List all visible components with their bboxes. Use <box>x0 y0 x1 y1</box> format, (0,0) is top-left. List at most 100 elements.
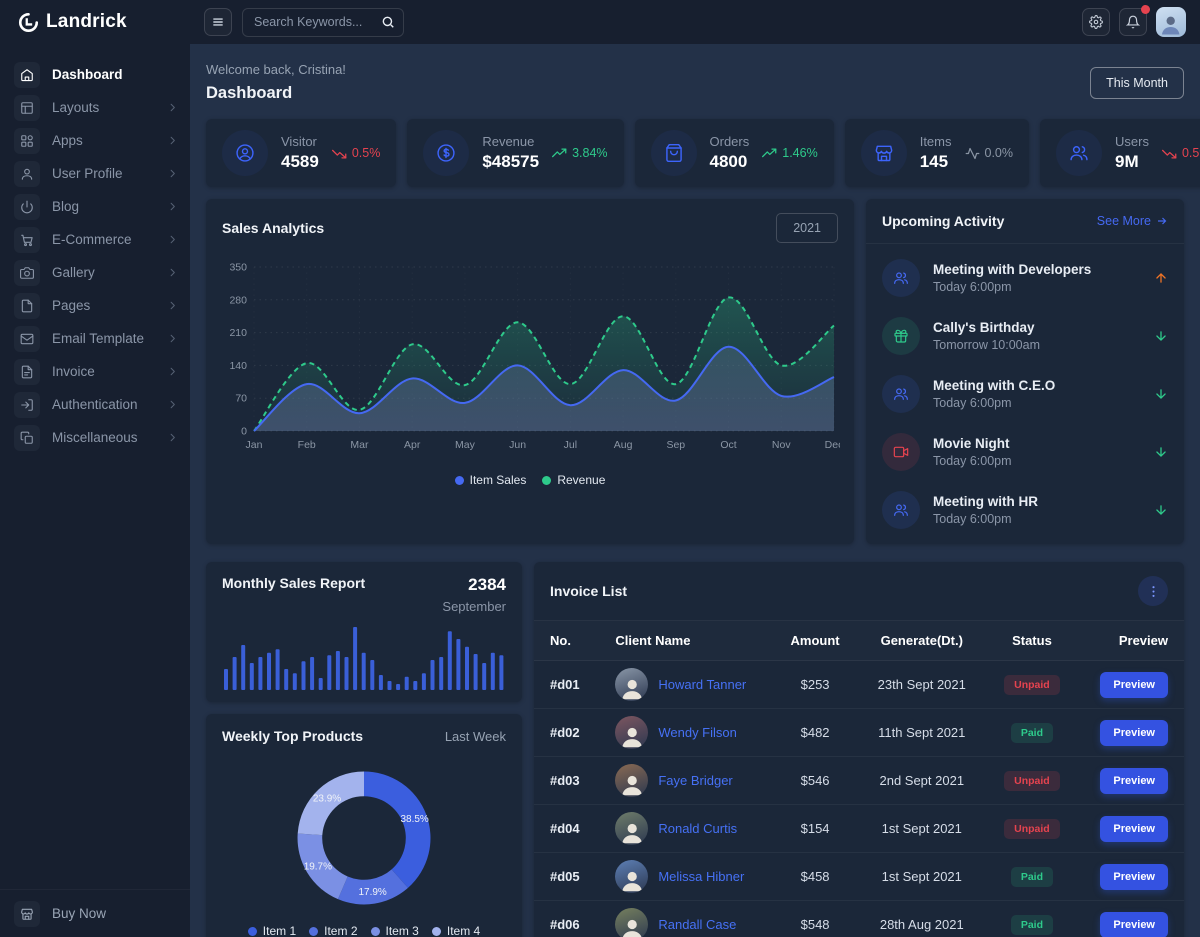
client-name-link[interactable]: Wendy Filson <box>658 725 737 740</box>
activity-item[interactable]: Meeting with DevelopersToday 6:00pm <box>866 249 1184 307</box>
notifications-button[interactable] <box>1119 8 1147 36</box>
invoice-column-header: Amount <box>772 621 858 661</box>
invoice-column-header: Client Name <box>599 621 772 661</box>
sidebar-item-pages[interactable]: Pages <box>0 289 190 322</box>
invoice-column-header: Generate(Dt.) <box>858 621 985 661</box>
client-cell: Ronald Curtis <box>615 812 756 845</box>
avatar <box>615 764 648 797</box>
svg-text:Aug: Aug <box>614 439 633 451</box>
monthly-sales-value: 2384 <box>442 575 506 595</box>
sidebar-nav: Dashboard LayoutsAppsUser ProfileBlog E-Co… <box>0 58 190 454</box>
stat-info: Orders4800 <box>710 134 750 172</box>
sidebar-item-e-commerce[interactable]: E-Commerce <box>0 223 190 256</box>
sidebar-item-apps[interactable]: Apps <box>0 124 190 157</box>
stat-info: Users9M <box>1115 134 1149 172</box>
sidebar-item-label: E-Commerce <box>52 232 132 247</box>
activity-item[interactable]: Meeting with HRToday 6:00pm <box>866 481 1184 539</box>
stat-label: Revenue <box>482 134 539 149</box>
power-icon <box>14 194 40 220</box>
year-select[interactable]: 2021 <box>776 213 838 243</box>
sidebar-item-gallery[interactable]: Gallery <box>0 256 190 289</box>
stat-value: $48575 <box>482 152 539 172</box>
sidebar-item-invoice[interactable]: Invoice <box>0 355 190 388</box>
chevron-right-icon <box>167 201 178 212</box>
donut-legend-item: Item 1 <box>248 924 296 937</box>
search-icon[interactable] <box>381 15 395 29</box>
user-avatar-button[interactable] <box>1156 7 1186 37</box>
file-text-icon <box>14 359 40 385</box>
sidebar-item-user-profile[interactable]: User Profile <box>0 157 190 190</box>
stat-card-visitor: Visitor45890.5% <box>206 119 396 187</box>
client-name-link[interactable]: Ronald Curtis <box>658 821 737 836</box>
buy-now-button[interactable]: Buy Now <box>0 889 190 937</box>
activity-body: Meeting with C.E.OToday 6:00pm <box>933 378 1141 410</box>
store-icon <box>861 130 907 176</box>
see-more-link[interactable]: See More <box>1097 214 1168 228</box>
video-icon <box>882 433 920 471</box>
sidebar-item-blog[interactable]: Blog <box>0 190 190 223</box>
weekly-products-donut-chart: 38.5%17.9%19.7%23.9% <box>206 758 522 914</box>
brand-logo[interactable]: Landrick <box>0 0 190 44</box>
gear-icon <box>1089 15 1103 29</box>
settings-button[interactable] <box>1082 8 1110 36</box>
stat-trend: 0.5% <box>332 146 381 161</box>
sidebar-item-label: Dashboard <box>52 67 123 82</box>
preview-button[interactable]: Preview <box>1100 672 1168 698</box>
arrow-down-icon <box>1154 387 1168 401</box>
invoice-no: #d05 <box>550 869 580 884</box>
preview-button[interactable]: Preview <box>1100 816 1168 842</box>
donut-legend-item: Item 2 <box>309 924 357 937</box>
status-cell: Unpaid <box>986 805 1079 853</box>
stat-cards-row: Visitor45890.5%Revenue$485753.84%Orders4… <box>206 119 1184 187</box>
sidebar-item-dashboard[interactable]: Dashboard <box>0 58 190 91</box>
preview-button[interactable]: Preview <box>1100 912 1168 937</box>
activity-title: Meeting with Developers <box>933 262 1141 277</box>
client-name-link[interactable]: Melissa Hibner <box>658 869 744 884</box>
activity-body: Meeting with DevelopersToday 6:00pm <box>933 262 1141 294</box>
user-avatar <box>1156 7 1186 37</box>
client-name-link[interactable]: Faye Bridger <box>658 773 732 788</box>
stat-trend-value: 0.5% <box>352 146 381 160</box>
status-badge: Paid <box>1011 915 1053 935</box>
activity-item[interactable]: Meeting with C.E.OToday 6:00pm <box>866 365 1184 423</box>
stat-trend: 0.5% <box>1162 146 1200 161</box>
hamburger-menu-button[interactable] <box>204 8 232 36</box>
sidebar-item-layouts[interactable]: Layouts <box>0 91 190 124</box>
invoice-more-button[interactable] <box>1138 576 1168 606</box>
weekly-products-title: Weekly Top Products <box>222 728 363 744</box>
stat-value: 4589 <box>281 152 319 172</box>
sidebar-item-authentication[interactable]: Authentication <box>0 388 190 421</box>
chevron-right-icon <box>167 300 178 311</box>
svg-text:280: 280 <box>229 294 247 306</box>
donut-legend-item: Item 3 <box>371 924 419 937</box>
stat-info: Revenue $48575 <box>482 134 539 172</box>
sidebar-item-email-template[interactable]: Email Template <box>0 322 190 355</box>
activity-item[interactable]: Movie NightToday 6:00pm <box>866 423 1184 481</box>
preview-button[interactable]: Preview <box>1100 720 1168 746</box>
preview-cell: Preview <box>1078 661 1184 709</box>
preview-cell: Preview <box>1078 757 1184 805</box>
sidebar-item-miscellaneous[interactable]: Miscellaneous <box>0 421 190 454</box>
stat-trend: 0.0% <box>965 146 1014 161</box>
period-button[interactable]: This Month <box>1090 67 1184 99</box>
search-input[interactable] <box>242 8 404 37</box>
client-name-link[interactable]: Randall Case <box>658 917 736 932</box>
stat-card-items: Items1450.0% <box>845 119 1029 187</box>
chevron-right-icon <box>167 168 178 179</box>
users-icon <box>882 491 920 529</box>
preview-button[interactable]: Preview <box>1100 768 1168 794</box>
avatar <box>615 812 648 845</box>
svg-text:140: 140 <box>229 360 247 372</box>
invoice-column-header: Preview <box>1078 621 1184 661</box>
avatar <box>615 716 648 749</box>
activity-time: Tomorrow 10:00am <box>933 338 1141 352</box>
activity-title: Movie Night <box>933 436 1141 451</box>
client-cell: Randall Case <box>615 908 756 937</box>
date-cell: 23th Sept 2021 <box>858 661 985 709</box>
activity-item[interactable]: Cally's BirthdayTomorrow 10:00am <box>866 307 1184 365</box>
client-name-link[interactable]: Howard Tanner <box>658 677 746 692</box>
table-row: #d02Wendy Filson$48211th Sept 2021PaidPr… <box>534 709 1184 757</box>
preview-button[interactable]: Preview <box>1100 864 1168 890</box>
status-badge: Unpaid <box>1004 675 1060 695</box>
invoice-date: 28th Aug 2021 <box>880 917 964 932</box>
